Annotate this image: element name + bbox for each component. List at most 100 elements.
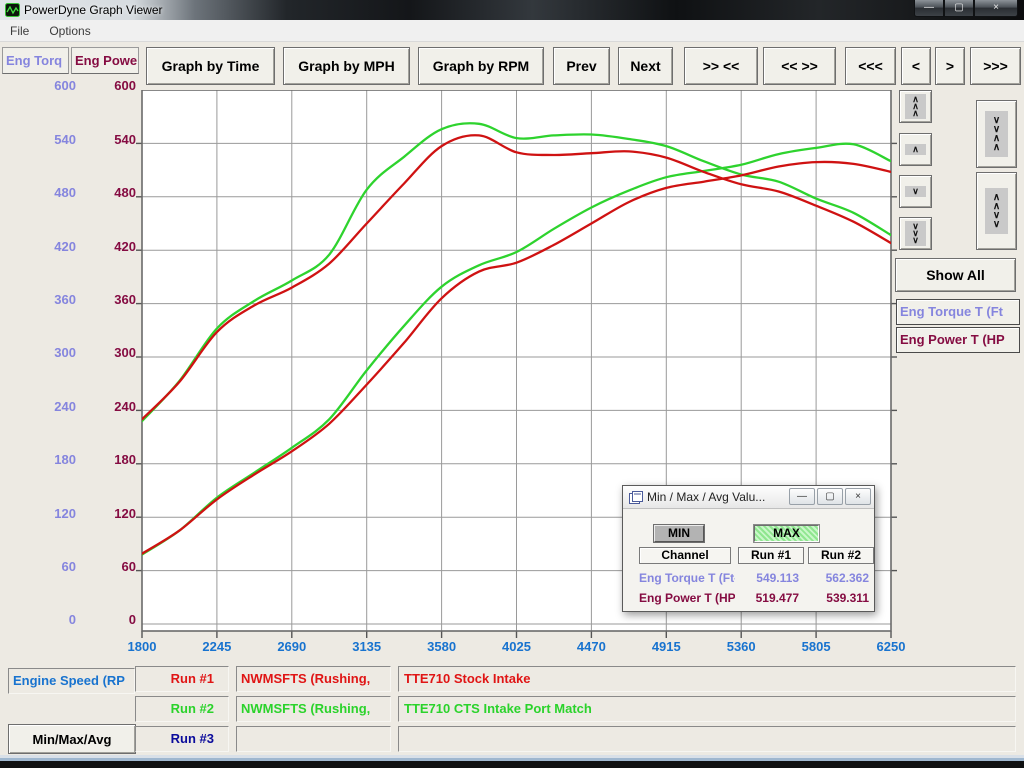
- torque-tick-label: 240: [0, 399, 76, 415]
- torque-tick-label: 600: [0, 78, 76, 94]
- run-description-field[interactable]: TTE710 Stock Intake: [398, 666, 1016, 692]
- power-tick-label: 120: [78, 506, 136, 522]
- minmax-header-channel[interactable]: Channel: [639, 547, 731, 564]
- channel-button-torque[interactable]: Eng Torque T (Ft: [896, 299, 1020, 325]
- scroll-down-button[interactable]: ∨: [899, 175, 932, 208]
- power-tick-label: 60: [78, 559, 136, 575]
- power-tick-label: 300: [78, 345, 136, 361]
- run-label-field[interactable]: Run #1: [135, 666, 229, 692]
- zoom-out-vertical-button[interactable]: ∧∧∨∨: [976, 172, 1017, 250]
- power-axis-button[interactable]: Eng Powe: [71, 47, 139, 74]
- graph-by-time-button[interactable]: Graph by Time: [146, 47, 275, 85]
- show-all-button[interactable]: Show All: [895, 258, 1016, 292]
- rpm-tick-label: 5805: [786, 639, 846, 655]
- power-tick-label: 360: [78, 292, 136, 308]
- min-tab-button[interactable]: MIN: [654, 525, 704, 542]
- minmax-run2-value: 539.311: [805, 590, 873, 606]
- minmax-channel-label: Eng Power T (HP): [639, 590, 735, 606]
- graph-by-mph-button[interactable]: Graph by MPH: [283, 47, 410, 85]
- scroll-down-fast-button[interactable]: ∨∨∨: [899, 217, 932, 250]
- powerdyne-main-window: PowerDyne Graph Viewer — ▢ × File Option…: [0, 0, 1024, 768]
- scroll-right-fast-button[interactable]: >>>: [970, 47, 1021, 85]
- scroll-left-fast-button[interactable]: <<<: [845, 47, 896, 85]
- torque-tick-label: 120: [0, 506, 76, 522]
- channel-button-power[interactable]: Eng Power T (HP: [896, 327, 1020, 353]
- minmax-close-icon[interactable]: ×: [845, 488, 871, 505]
- menu-file[interactable]: File: [0, 20, 39, 42]
- rpm-tick-label: 4915: [636, 639, 696, 655]
- power-tick-label: 240: [78, 399, 136, 415]
- minmax-run2-value: 562.362: [805, 570, 873, 586]
- scroll-left-button[interactable]: <: [901, 47, 931, 85]
- rpm-tick-label: 6250: [861, 639, 921, 655]
- power-tick-label: 600: [78, 78, 136, 94]
- zoom-in-vertical-icon: ∨∨∧∧: [985, 111, 1008, 157]
- minmax-header-run-2[interactable]: Run #2: [808, 547, 874, 564]
- window-controls: — ▢ ×: [914, 0, 1018, 17]
- minimize-icon[interactable]: —: [914, 0, 944, 17]
- run-label-field[interactable]: Run #3: [135, 726, 229, 752]
- zoom-in-horizontal-button[interactable]: >> <<: [684, 47, 758, 85]
- scroll-right-button[interactable]: >: [935, 47, 965, 85]
- rpm-tick-label: 4025: [487, 639, 547, 655]
- run-file-field[interactable]: NWMSFTS (Rushing,: [236, 696, 391, 722]
- torque-tick-label: 300: [0, 345, 76, 361]
- graph-by-rpm-button[interactable]: Graph by RPM: [418, 47, 544, 85]
- menu-options[interactable]: Options: [39, 20, 100, 42]
- power-tick-label: 480: [78, 185, 136, 201]
- close-icon[interactable]: ×: [974, 0, 1018, 17]
- run-description-field[interactable]: TTE710 CTS Intake Port Match: [398, 696, 1016, 722]
- power-tick-label: 0: [78, 612, 136, 628]
- minmax-maximize-icon[interactable]: ▢: [817, 488, 843, 505]
- scroll-up-icon: ∧: [905, 144, 926, 155]
- run-label-field[interactable]: Run #2: [135, 696, 229, 722]
- torque-tick-label: 360: [0, 292, 76, 308]
- minmax-window-icon: [629, 491, 643, 504]
- run-file-field[interactable]: [236, 726, 391, 752]
- rpm-tick-label: 3135: [337, 639, 397, 655]
- power-tick-label: 180: [78, 452, 136, 468]
- power-tick-label: 540: [78, 132, 136, 148]
- rpm-tick-label: 2690: [262, 639, 322, 655]
- rpm-tick-label: 2245: [187, 639, 247, 655]
- scroll-up-button[interactable]: ∧: [899, 133, 932, 166]
- torque-tick-label: 540: [0, 132, 76, 148]
- app-icon: [5, 3, 20, 17]
- torque-tick-label: 420: [0, 239, 76, 255]
- power-tick-label: 420: [78, 239, 136, 255]
- minmax-window-title: Min / Max / Avg Valu...: [647, 486, 765, 509]
- run-file-field[interactable]: NWMSFTS (Rushing,: [236, 666, 391, 692]
- zoom-out-horizontal-button[interactable]: << >>: [763, 47, 836, 85]
- torque-tick-label: 180: [0, 452, 76, 468]
- rpm-tick-label: 5360: [711, 639, 771, 655]
- zoom-out-vertical-icon: ∧∧∨∨: [985, 188, 1008, 234]
- window-title: PowerDyne Graph Viewer: [24, 0, 163, 20]
- minmax-values-window: Min / Max / Avg Valu... — ▢ × MIN MAX Ch…: [622, 485, 875, 612]
- minmax-window-titlebar[interactable]: Min / Max / Avg Valu... — ▢ ×: [623, 486, 874, 509]
- minmax-minimize-icon[interactable]: —: [789, 488, 815, 505]
- max-tab-button[interactable]: MAX: [754, 525, 819, 542]
- prev-button[interactable]: Prev: [553, 47, 610, 85]
- taskbar-edge: [0, 761, 1024, 768]
- maximize-icon[interactable]: ▢: [944, 0, 974, 17]
- minmax-avg-button[interactable]: Min/Max/Avg: [8, 724, 136, 754]
- zoom-in-vertical-button[interactable]: ∨∨∧∧: [976, 100, 1017, 168]
- scroll-up-fast-icon: ∧∧∧: [905, 94, 926, 119]
- rpm-tick-label: 1800: [112, 639, 172, 655]
- next-button[interactable]: Next: [618, 47, 673, 85]
- rpm-tick-label: 3580: [412, 639, 472, 655]
- minmax-header-run-1[interactable]: Run #1: [738, 547, 804, 564]
- minmax-channel-label: Eng Torque T (Ft-: [639, 570, 735, 586]
- run-description-field[interactable]: [398, 726, 1016, 752]
- x-channel-field[interactable]: Engine Speed (RP: [8, 668, 135, 694]
- torque-axis-button[interactable]: Eng Torq: [2, 47, 69, 74]
- scroll-up-fast-button[interactable]: ∧∧∧: [899, 90, 932, 123]
- scroll-down-icon: ∨: [905, 186, 926, 197]
- torque-tick-label: 480: [0, 185, 76, 201]
- rpm-tick-label: 4470: [561, 639, 621, 655]
- title-bar: PowerDyne Graph Viewer — ▢ ×: [0, 0, 1024, 20]
- torque-tick-label: 0: [0, 612, 76, 628]
- scroll-down-fast-icon: ∨∨∨: [905, 221, 926, 246]
- minmax-run1-value: 519.477: [735, 590, 803, 606]
- minmax-run1-value: 549.113: [735, 570, 803, 586]
